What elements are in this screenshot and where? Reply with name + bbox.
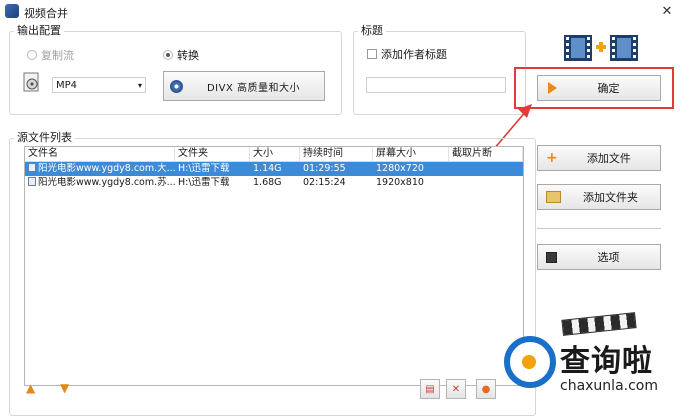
cell-clip (449, 176, 523, 190)
file-table[interactable]: 文件名 文件夹 大小 持续时间 屏幕大小 截取片断 阳光电影www.ygdy8.… (24, 146, 524, 386)
watermark-brand: 查询啦 (560, 344, 653, 379)
cell-duration: 01:29:55 (303, 163, 346, 174)
col-header-name[interactable]: 文件名 (25, 147, 175, 161)
play-button[interactable]: ● (476, 379, 496, 399)
table-row[interactable]: 阳光电影www.ygdy8.com.苏... H:\迅雷下载 1.68G 02:… (25, 176, 523, 190)
col-header-size[interactable]: 大小 (250, 147, 300, 161)
table-header: 文件名 文件夹 大小 持续时间 屏幕大小 截取片断 (25, 147, 523, 162)
watermark-domain: chaxunla.com (560, 378, 658, 394)
divider (537, 228, 661, 229)
col-header-resolution[interactable]: 屏幕大小 (373, 147, 449, 161)
add-file-label: 添加文件 (586, 152, 631, 165)
table-row[interactable]: 阳光电影www.ygdy8.com.大... H:\迅雷下载 1.14G 01:… (25, 162, 523, 176)
cell-duration: 02:15:24 (303, 177, 346, 188)
play-icon: ● (481, 383, 491, 395)
cell-name: 阳光电影www.ygdy8.com.苏... (25, 176, 175, 190)
floppy-disk-icon (546, 251, 557, 263)
cell-size: 1.14G (253, 163, 282, 174)
remove-file-button[interactable]: ▤ (420, 379, 440, 399)
add-file-button[interactable]: + 添加文件 (537, 145, 661, 171)
video-file-icon (28, 163, 36, 172)
col-header-clip[interactable]: 截取片断 (449, 147, 523, 161)
magnifier-icon (504, 336, 556, 388)
clear-list-button[interactable]: ✕ (446, 379, 466, 399)
cell-clip (449, 162, 523, 176)
col-header-folder[interactable]: 文件夹 (175, 147, 250, 161)
cell-folder: H:\迅雷下载 (178, 177, 230, 188)
plus-icon: + (546, 150, 558, 166)
cell-size: 1.68G (253, 177, 282, 188)
cell-folder: H:\迅雷下载 (178, 163, 230, 174)
add-folder-label: 添加文件夹 (583, 191, 638, 204)
cell-resolution: 1920x810 (376, 177, 424, 188)
options-button[interactable]: 选项 (537, 244, 661, 270)
document-remove-icon: ▤ (425, 383, 435, 395)
video-file-icon (28, 177, 36, 186)
document-x-icon: ✕ (451, 383, 461, 395)
watermark-logo: 查询啦 chaxunla.com (500, 330, 680, 418)
cell-resolution: 1280x720 (376, 163, 424, 174)
folder-add-icon (546, 191, 561, 203)
options-label: 选项 (597, 251, 620, 264)
move-up-icon[interactable]: ▲ (26, 381, 35, 395)
cell-name: 阳光电影www.ygdy8.com.大... (25, 162, 175, 176)
file-list-label: 源文件列表 (14, 129, 75, 145)
move-down-icon[interactable]: ▼ (60, 381, 69, 395)
col-header-duration[interactable]: 持续时间 (300, 147, 373, 161)
add-folder-button[interactable]: 添加文件夹 (537, 184, 661, 210)
